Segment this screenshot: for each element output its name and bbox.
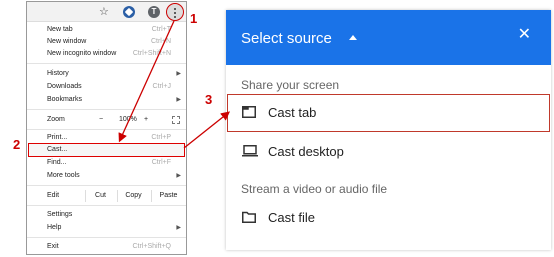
menu-item-settings[interactable]: Settings bbox=[27, 209, 186, 221]
caret-up-icon[interactable] bbox=[349, 35, 357, 40]
copy-button[interactable]: Copy bbox=[117, 190, 149, 202]
step-number-2: 2 bbox=[13, 137, 21, 152]
close-icon[interactable]: ✕ bbox=[518, 26, 531, 44]
browser-toolbar: ☆ T bbox=[27, 2, 186, 22]
menu-item-find[interactable]: Find... Ctrl+F bbox=[27, 157, 186, 169]
menu-item-edit: Edit Cut Copy Paste bbox=[27, 190, 186, 202]
source-cast-file[interactable]: Cast file bbox=[226, 200, 551, 236]
menu-item-print[interactable]: Print... Ctrl+P bbox=[27, 132, 186, 144]
chevron-right-icon: ▶ bbox=[176, 173, 181, 179]
cut-button[interactable]: Cut bbox=[85, 190, 115, 202]
laptop-icon bbox=[242, 145, 258, 157]
menu-item-downloads[interactable]: Downloads Ctrl+J bbox=[27, 81, 186, 93]
share-screen-heading: Share your screen bbox=[241, 78, 340, 92]
source-cast-desktop[interactable]: Cast desktop bbox=[226, 134, 551, 170]
cast-dialog: Select source ✕ Share your screen Cast t… bbox=[226, 10, 551, 250]
paste-button[interactable]: Paste bbox=[151, 190, 185, 202]
zoom-in-button[interactable]: + bbox=[144, 114, 148, 126]
menu-item-new-incognito[interactable]: New incognito window Ctrl+Shift+N bbox=[27, 48, 186, 60]
menu-item-bookmarks[interactable]: Bookmarks ▶ bbox=[27, 94, 186, 106]
step-number-3: 3 bbox=[205, 92, 213, 107]
menu-item-exit[interactable]: Exit Ctrl+Shift+Q bbox=[27, 241, 186, 253]
fullscreen-icon[interactable] bbox=[172, 116, 180, 124]
zoom-level: 100% bbox=[119, 116, 137, 123]
menu-item-new-window[interactable]: New window Ctrl+N bbox=[27, 36, 186, 48]
menu-item-help[interactable]: Help ▶ bbox=[27, 222, 186, 234]
chevron-right-icon: ▶ bbox=[176, 97, 181, 103]
folder-icon bbox=[242, 211, 256, 223]
chevron-right-icon: ▶ bbox=[176, 71, 181, 77]
step-number-1: 1 bbox=[190, 11, 198, 26]
extension-icon[interactable] bbox=[123, 6, 135, 18]
menu-divider bbox=[27, 129, 186, 130]
menu-divider bbox=[27, 185, 186, 186]
menu-divider bbox=[27, 63, 186, 64]
menu-divider bbox=[27, 205, 186, 206]
bookmark-star-icon[interactable]: ☆ bbox=[99, 6, 111, 18]
menu-item-zoom: Zoom − 100% + bbox=[27, 114, 186, 126]
highlight-box bbox=[227, 94, 550, 132]
menu-item-more-tools[interactable]: More tools ▶ bbox=[27, 170, 186, 182]
kebab-menu-icon[interactable] bbox=[166, 3, 184, 21]
dialog-header: Select source ✕ bbox=[226, 10, 551, 65]
profile-avatar[interactable]: T bbox=[148, 6, 160, 18]
menu-item-cast[interactable]: Cast... bbox=[28, 143, 185, 157]
chrome-menu: ☆ T New tab Ctrl+T New window Ctrl+N New… bbox=[26, 1, 187, 255]
menu-item-history[interactable]: History ▶ bbox=[27, 68, 186, 80]
chevron-right-icon: ▶ bbox=[176, 225, 181, 231]
stream-heading: Stream a video or audio file bbox=[241, 182, 388, 196]
menu-divider bbox=[27, 237, 186, 238]
menu-divider bbox=[27, 109, 186, 110]
menu-item-new-tab[interactable]: New tab Ctrl+T bbox=[27, 24, 186, 36]
dialog-title: Select source bbox=[241, 30, 332, 47]
zoom-out-button[interactable]: − bbox=[99, 114, 103, 126]
